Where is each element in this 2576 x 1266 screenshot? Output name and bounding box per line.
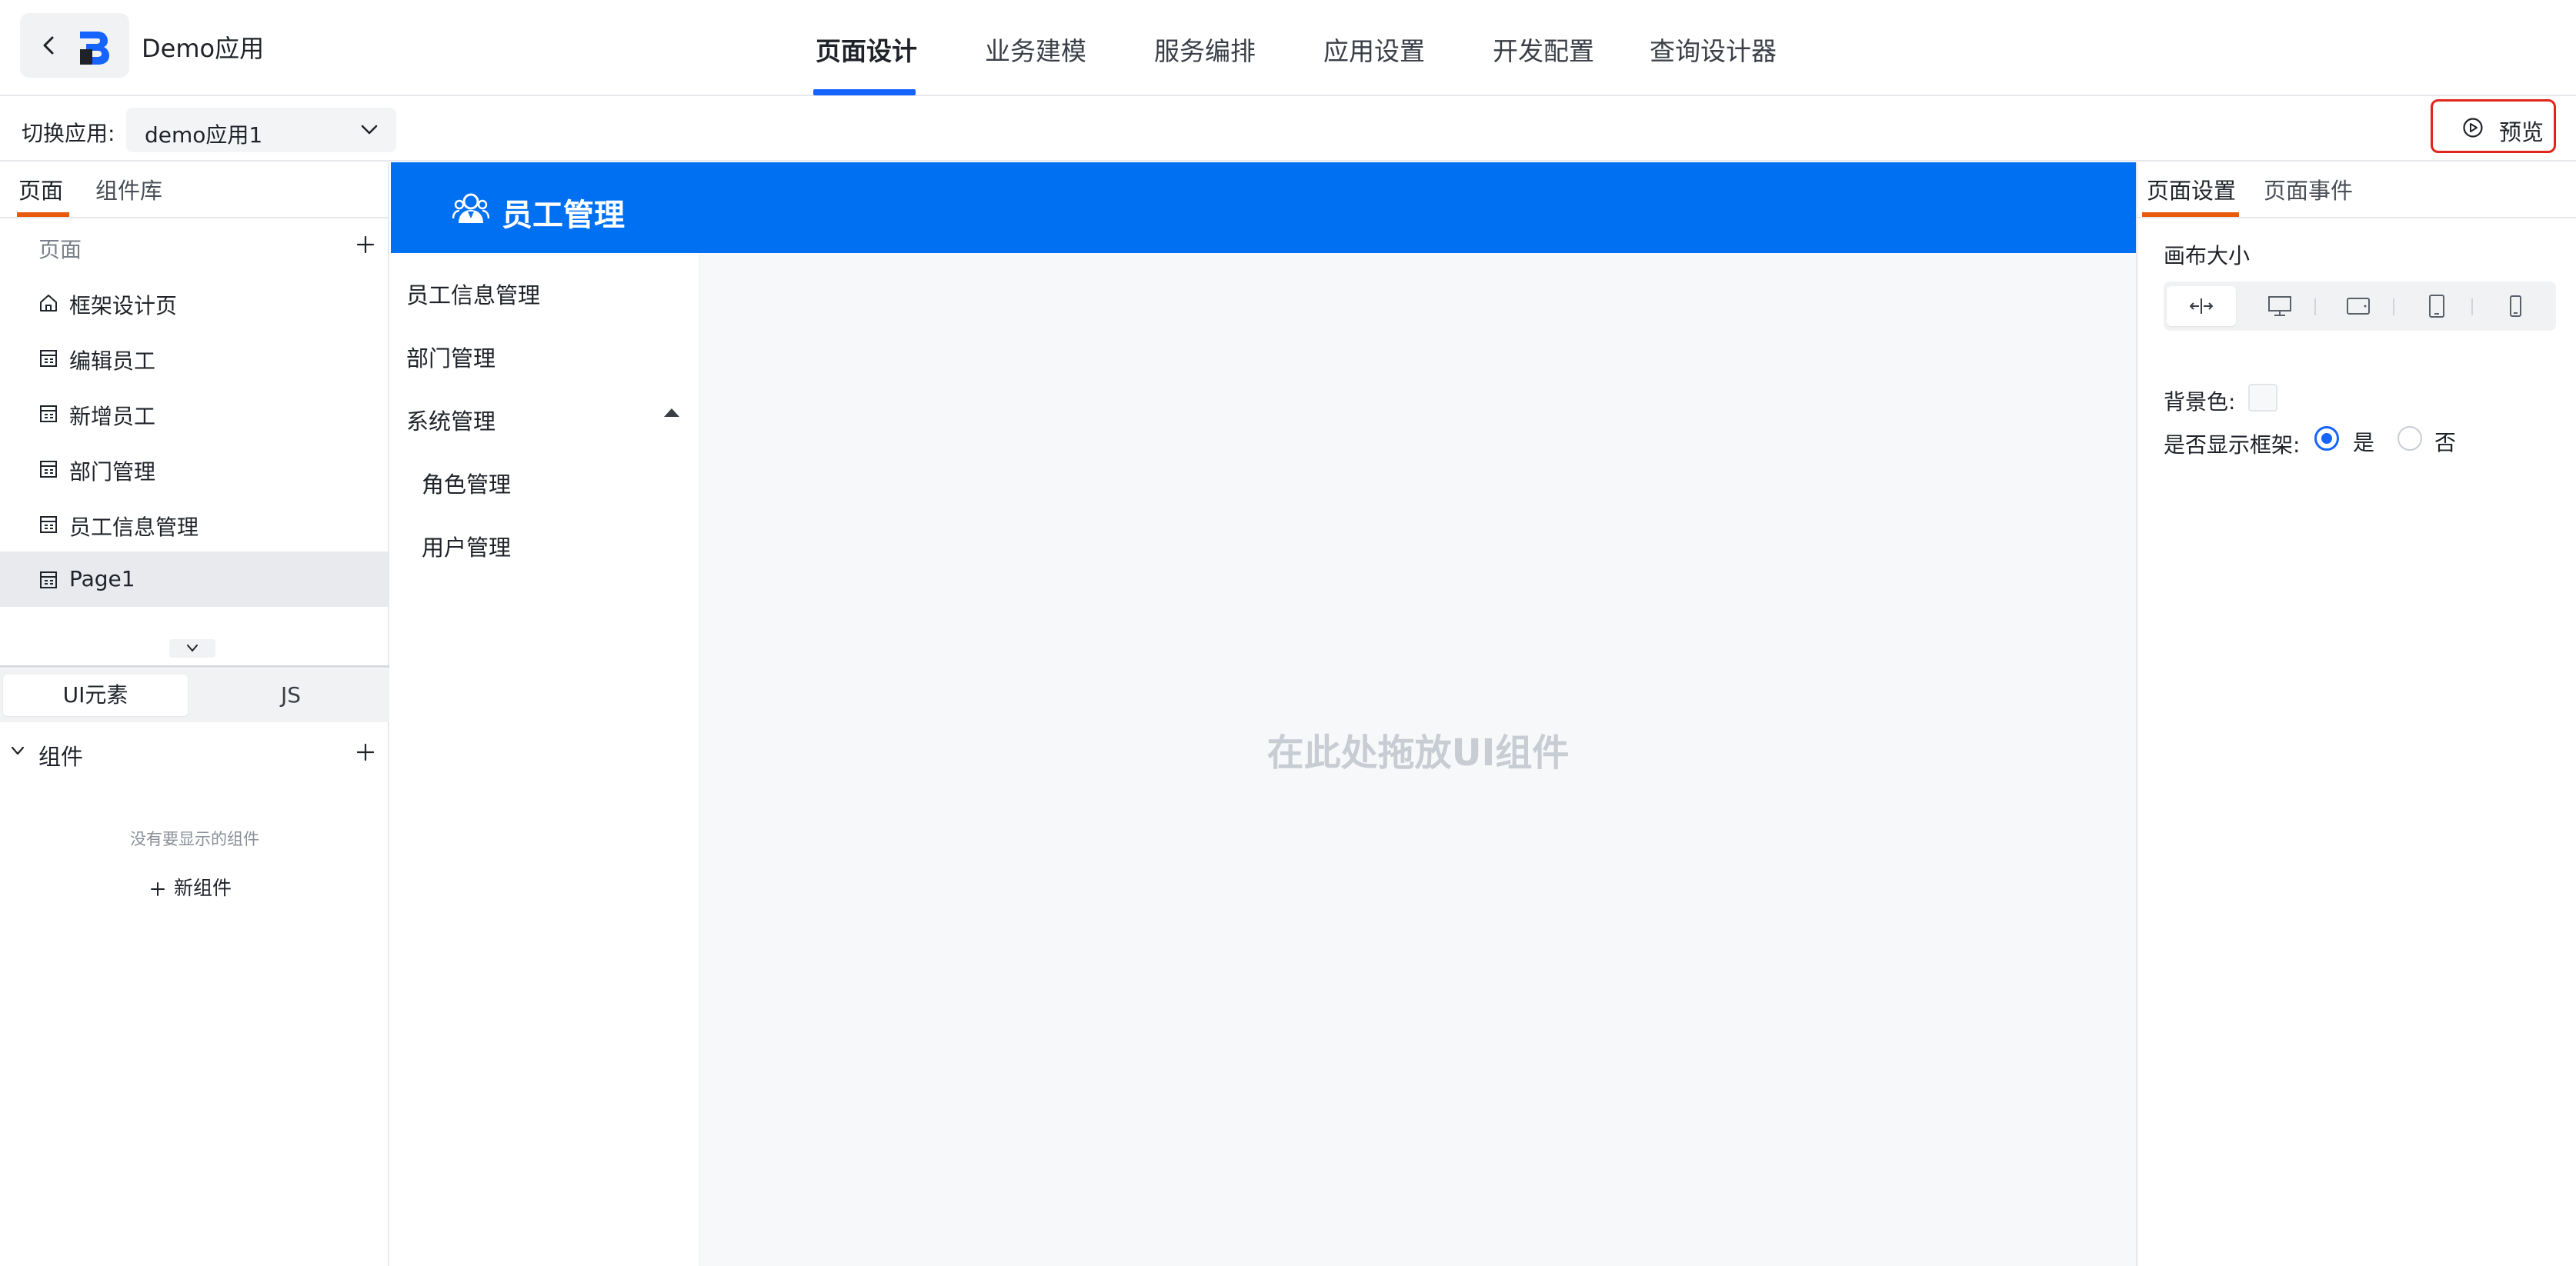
- design-canvas: 员工管理 员工信息管理 部门管理 系统管理 角色管理 用户管理 在此处拖放UI组…: [391, 162, 2136, 1266]
- tab-page-events[interactable]: 页面事件: [2264, 173, 2353, 205]
- back-icon[interactable]: [35, 32, 63, 59]
- left-panel: 页面 组件库 页面 框架设计页 编辑员工 新增员工 部门管理 员工信息管理 Pa…: [0, 162, 389, 1266]
- show-frame-label: 是否显示框架:: [2164, 432, 2301, 458]
- show-frame-yes-label[interactable]: 是: [2353, 426, 2374, 457]
- chevron-down-icon: [361, 125, 378, 135]
- menu-item-system[interactable]: 系统管理: [406, 404, 496, 436]
- left-panel-tabs: 页面 组件库: [0, 162, 389, 218]
- tab-app-settings[interactable]: 应用设置: [1323, 31, 1425, 68]
- show-frame-no-label[interactable]: 否: [2434, 426, 2456, 457]
- app-select-value: demo应用1: [145, 122, 263, 148]
- auto-width-icon: [2190, 298, 2213, 314]
- plus-icon: [151, 882, 165, 896]
- page-icon: [40, 350, 57, 367]
- page-icon: [40, 571, 57, 588]
- right-panel: 页面设置 页面事件 画布大小 背景色: 是否显示框架: 是 否: [2136, 162, 2576, 1266]
- menu-item-department[interactable]: 部门管理: [406, 341, 496, 373]
- components-title: 组件: [38, 744, 84, 770]
- add-page-icon[interactable]: [354, 233, 377, 256]
- page-item-frame-design[interactable]: 框架设计页: [0, 275, 389, 330]
- separator: [2393, 298, 2394, 315]
- menu-item-role[interactable]: 角色管理: [422, 467, 511, 499]
- page-item-page1[interactable]: Page1: [0, 551, 389, 607]
- page-item-label: 新增员工: [69, 404, 156, 429]
- page-item-label: 框架设计页: [69, 293, 178, 318]
- preview-app-header: 员工管理: [391, 162, 2136, 253]
- preview-side-menu: 员工信息管理 部门管理 系统管理 角色管理 用户管理: [391, 253, 699, 1266]
- bg-color-label: 背景色:: [2164, 389, 2236, 415]
- new-component-button[interactable]: 新组件: [149, 873, 232, 901]
- tab-page-settings[interactable]: 页面设置: [2147, 173, 2236, 205]
- page-icon: [40, 405, 57, 422]
- show-frame-no-radio[interactable]: [2397, 426, 2422, 451]
- components-section-header: 组件: [0, 724, 389, 779]
- page-item-label: 部门管理: [69, 459, 156, 485]
- home-icon: [40, 295, 57, 312]
- tab-pages[interactable]: 页面: [18, 173, 63, 205]
- segment-ui-elements[interactable]: UI元素: [3, 675, 188, 716]
- size-auto-width-button[interactable]: [2167, 286, 2236, 326]
- switch-app-label: 切换应用:: [22, 121, 115, 146]
- empty-components-text: 没有要显示的组件: [130, 830, 259, 848]
- tab-page-design[interactable]: 页面设计: [816, 31, 917, 68]
- mobile-icon: [2510, 295, 2521, 317]
- tablet-landscape-icon: [2347, 298, 2370, 315]
- tab-service-orchestration[interactable]: 服务编排: [1154, 31, 1256, 68]
- page-item-edit-employee[interactable]: 编辑员工: [0, 330, 389, 385]
- menu-item-user[interactable]: 用户管理: [422, 530, 511, 562]
- tab-component-library[interactable]: 组件库: [95, 173, 162, 205]
- size-mobile-button[interactable]: [2481, 286, 2550, 326]
- users-icon: [452, 193, 489, 223]
- show-frame-yes-radio[interactable]: [2314, 426, 2339, 451]
- app-name: Demo应用: [142, 34, 265, 63]
- chevron-down-icon: [187, 645, 198, 652]
- preview-label: 预览: [2499, 119, 2544, 145]
- tab-dev-config[interactable]: 开发配置: [1493, 31, 1594, 68]
- tablet-portrait-icon: [2429, 295, 2444, 318]
- menu-item-employee-info[interactable]: 员工信息管理: [406, 278, 540, 310]
- active-tab-indicator: [813, 89, 916, 95]
- canvas-size-selector: [2164, 282, 2556, 331]
- tab-business-modeling[interactable]: 业务建模: [985, 31, 1086, 68]
- collapse-pages-toggle[interactable]: [169, 639, 215, 658]
- preview-app-title: 员工管理: [502, 198, 625, 233]
- separator: [2314, 298, 2316, 315]
- separator: [2471, 298, 2473, 315]
- app-badge: [20, 13, 129, 78]
- app-select[interactable]: demo应用1: [126, 108, 396, 152]
- new-component-label: 新组件: [174, 877, 232, 899]
- top-header: Demo应用 页面设计 业务建模 服务编排 应用设置 开发配置 查询设计器: [0, 0, 2576, 96]
- play-circle-icon: [2463, 118, 2483, 138]
- bg-color-picker[interactable]: [2248, 384, 2277, 411]
- page-item-label: 编辑员工: [69, 348, 156, 374]
- page-item-add-employee[interactable]: 新增员工: [0, 385, 389, 441]
- segment-js[interactable]: JS: [197, 675, 385, 716]
- preview-button[interactable]: 预览: [2431, 99, 2556, 153]
- page-item-label: 员工信息管理: [69, 515, 199, 540]
- desktop-icon: [2268, 296, 2291, 316]
- drop-zone[interactable]: 在此处拖放UI组件: [699, 253, 2136, 1266]
- canvas-size-label: 画布大小: [2164, 243, 2251, 268]
- right-tab-indicator: [2142, 212, 2239, 217]
- left-tab-indicator: [17, 212, 69, 217]
- page-item-department[interactable]: 部门管理: [0, 441, 389, 496]
- element-type-segmented: UI元素 JS: [0, 668, 389, 722]
- app-logo-icon: [80, 32, 109, 65]
- page-item-label: Page1: [69, 566, 135, 591]
- size-tablet-landscape-button[interactable]: [2324, 286, 2393, 326]
- add-component-icon[interactable]: [354, 741, 377, 764]
- right-panel-tabs: 页面设置 页面事件: [2137, 162, 2576, 218]
- size-desktop-button[interactable]: [2245, 286, 2314, 326]
- pages-header: 页面: [38, 237, 82, 262]
- tab-query-designer[interactable]: 查询设计器: [1650, 31, 1777, 68]
- page-icon: [40, 461, 57, 478]
- panel-divider: [0, 665, 389, 668]
- drop-hint-text: 在此处拖放UI组件: [1266, 731, 1570, 775]
- app-toolbar: 切换应用: demo应用1 预览: [0, 97, 2576, 162]
- caret-up-icon[interactable]: [663, 407, 680, 418]
- page-item-employee-info[interactable]: 员工信息管理: [0, 496, 389, 551]
- page-icon: [40, 516, 57, 533]
- chevron-down-icon[interactable]: [8, 741, 28, 761]
- size-tablet-portrait-button[interactable]: [2402, 286, 2471, 326]
